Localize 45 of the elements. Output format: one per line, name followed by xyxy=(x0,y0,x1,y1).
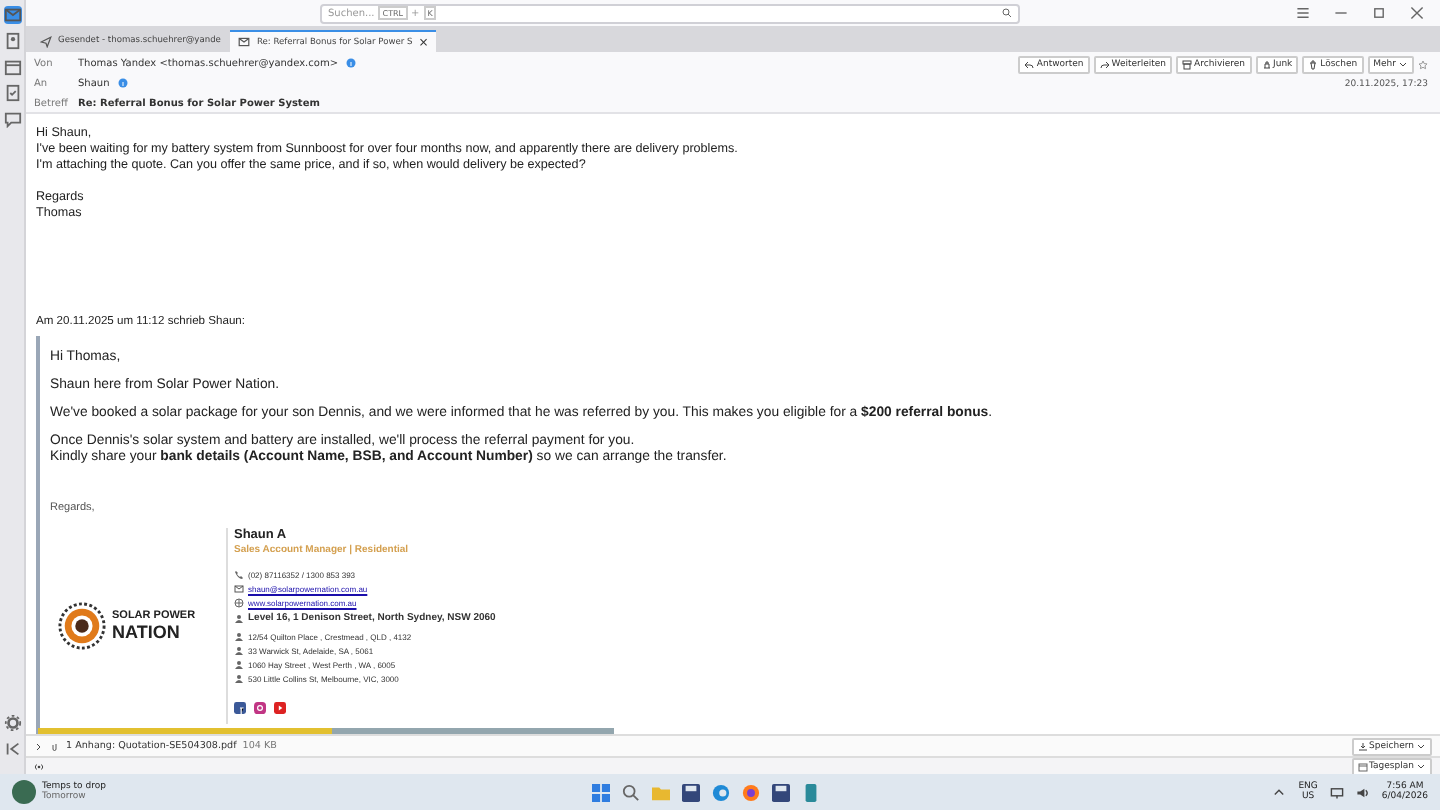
star-icon[interactable] xyxy=(1418,60,1428,70)
search-icon xyxy=(1002,8,1012,18)
person-icon xyxy=(234,645,244,655)
chevron-up-icon[interactable] xyxy=(1272,785,1287,799)
logo-text: NATION xyxy=(112,622,182,642)
paper-plane-icon xyxy=(40,35,52,47)
weather-icon[interactable] xyxy=(12,780,36,804)
maximize-icon[interactable] xyxy=(1372,6,1386,20)
chat-icon[interactable] xyxy=(3,110,21,128)
phone-app-icon[interactable] xyxy=(802,783,820,801)
close-icon[interactable] xyxy=(1410,6,1424,20)
collapse-icon[interactable] xyxy=(3,740,21,758)
person-icon xyxy=(234,659,244,669)
instagram-icon[interactable] xyxy=(254,702,266,714)
person-icon xyxy=(234,631,244,641)
person-icon xyxy=(234,613,244,623)
calendar-icon xyxy=(1357,761,1368,771)
forward-icon xyxy=(1099,60,1110,70)
sun-logo-icon xyxy=(58,602,106,650)
reply-icon xyxy=(1024,60,1035,70)
info-icon[interactable] xyxy=(117,78,128,88)
calendar-icon[interactable] xyxy=(3,58,21,76)
address-book-icon[interactable] xyxy=(3,32,21,50)
speaker-icon[interactable] xyxy=(1355,785,1370,799)
download-icon xyxy=(1357,741,1368,751)
envelope-icon xyxy=(238,36,251,48)
facebook-icon[interactable] xyxy=(234,702,246,714)
phone-icon xyxy=(234,569,244,579)
browser-icon[interactable] xyxy=(712,783,730,801)
video-icon[interactable] xyxy=(274,702,286,714)
envelope-icon xyxy=(234,583,244,593)
mail-icon[interactable] xyxy=(3,6,21,24)
person-icon xyxy=(234,673,244,683)
minimize-icon[interactable] xyxy=(1334,6,1348,20)
menu-icon[interactable] xyxy=(1296,6,1310,20)
globe-icon xyxy=(234,597,244,607)
archive-icon xyxy=(1182,60,1193,70)
search-icon[interactable] xyxy=(622,783,640,801)
radio-icon[interactable] xyxy=(34,761,44,771)
monitor-icon[interactable] xyxy=(1329,785,1344,799)
browser-icon[interactable] xyxy=(742,783,760,801)
info-icon[interactable] xyxy=(346,58,357,68)
settings-icon[interactable] xyxy=(3,714,21,732)
windows-logo-icon[interactable] xyxy=(592,783,610,801)
task-icon[interactable] xyxy=(3,84,21,102)
